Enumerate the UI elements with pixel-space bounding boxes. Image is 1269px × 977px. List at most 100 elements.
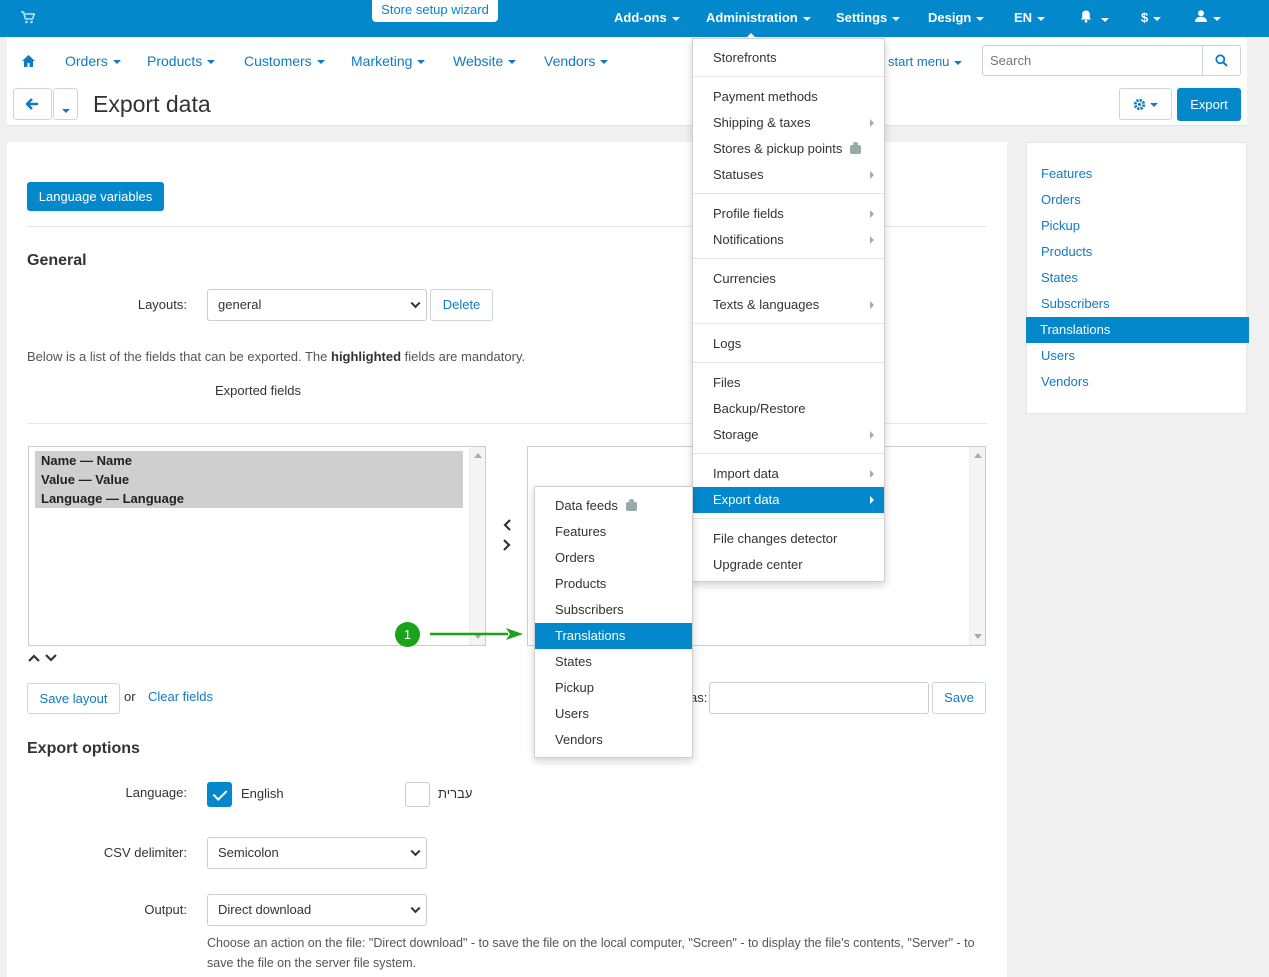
menu-separator — [693, 193, 884, 194]
back-button[interactable] — [13, 88, 52, 120]
chevron-down-icon — [410, 298, 421, 309]
chevron-up-icon[interactable] — [28, 651, 40, 666]
delete-layout-button[interactable]: Delete — [430, 289, 493, 321]
chevron-right-icon[interactable] — [502, 539, 512, 554]
layouts-select[interactable]: general — [207, 289, 427, 321]
export-button[interactable]: Export — [1177, 88, 1241, 121]
language-menu[interactable]: EN — [1014, 10, 1046, 25]
submenu-item-translations[interactable]: Translations — [535, 623, 692, 649]
menu-item-file-changes-detector[interactable]: File changes detector — [693, 526, 884, 552]
menu-item-profile-fields[interactable]: Profile fields — [693, 201, 884, 227]
bell-icon[interactable] — [1080, 10, 1109, 26]
submenu-item-users[interactable]: Users — [535, 701, 692, 727]
menu-item-payment-methods[interactable]: Payment methods — [693, 84, 884, 110]
list-item[interactable]: Value — Value — [35, 470, 463, 489]
start-menu-label: start menu — [888, 54, 950, 69]
start-menu-button[interactable]: start menu — [888, 54, 963, 69]
language-label: EN — [1014, 10, 1033, 25]
sidebar-item-pickup[interactable]: Pickup — [1027, 213, 1248, 239]
chevron-left-icon[interactable] — [502, 519, 512, 534]
menu-separator — [693, 323, 884, 324]
nav-marketing[interactable]: Marketing — [351, 53, 426, 69]
layouts-label: Layouts: — [137, 297, 187, 312]
menu-item-export-data[interactable]: Export data — [693, 487, 884, 513]
design-menu[interactable]: Design — [928, 10, 985, 25]
sidebar-item-translations[interactable]: Translations — [1026, 317, 1249, 343]
menu-item-files[interactable]: Files — [693, 370, 884, 396]
submenu-item-states[interactable]: States — [535, 649, 692, 675]
sidebar-item-products[interactable]: Products — [1027, 239, 1248, 265]
submenu-item-orders[interactable]: Orders — [535, 545, 692, 571]
menu-item-storage[interactable]: Storage — [693, 422, 884, 448]
cart-icon[interactable] — [21, 11, 36, 27]
menu-item-texts-languages[interactable]: Texts & languages — [693, 292, 884, 318]
menu-item-upgrade-center[interactable]: Upgrade center — [693, 552, 884, 578]
submenu-item-features[interactable]: Features — [535, 519, 692, 545]
chevron-right-icon — [870, 431, 874, 439]
sidebar-item-subscribers[interactable]: Subscribers — [1027, 291, 1248, 317]
submenu-item-pickup[interactable]: Pickup — [535, 675, 692, 701]
english-checkbox[interactable] — [207, 782, 232, 807]
submenu-item-products[interactable]: Products — [535, 571, 692, 597]
menu-item-logs[interactable]: Logs — [693, 331, 884, 357]
list-item[interactable]: Name — Name — [35, 451, 463, 470]
menu-separator — [693, 362, 884, 363]
chevron-down-icon[interactable] — [45, 651, 57, 666]
general-heading: General — [27, 252, 87, 269]
menu-item-import-data[interactable]: Import data — [693, 461, 884, 487]
sidebar-item-orders[interactable]: Orders — [1027, 187, 1248, 213]
search-button[interactable] — [1202, 45, 1241, 76]
search-input[interactable] — [982, 45, 1203, 76]
menu-separator — [693, 518, 884, 519]
nav-orders[interactable]: Orders — [65, 53, 121, 69]
language-variables-button[interactable]: Language variables — [27, 182, 164, 211]
exported-fields-list[interactable]: Name — Name Value — Value Language — Lan… — [28, 446, 486, 646]
menu-item-shipping-taxes[interactable]: Shipping & taxes — [693, 110, 884, 136]
nav-customers[interactable]: Customers — [244, 53, 325, 69]
menu-separator — [693, 453, 884, 454]
nav-customers-label: Customers — [244, 53, 312, 69]
csv-delimiter-select[interactable]: Semicolon — [207, 837, 427, 869]
settings-menu[interactable]: Settings — [836, 10, 901, 25]
save-layout-button[interactable]: Save layout — [27, 683, 120, 714]
nav-vendors[interactable]: Vendors — [544, 53, 609, 69]
currency-menu[interactable]: $ — [1141, 10, 1162, 25]
home-icon[interactable] — [22, 54, 35, 70]
back-dropdown-button[interactable] — [53, 88, 78, 120]
submenu-item-vendors[interactable]: Vendors — [535, 727, 692, 753]
chevron-down-icon — [61, 108, 70, 113]
scrollbar[interactable] — [469, 447, 485, 645]
menu-item-storefronts[interactable]: Storefronts — [693, 45, 884, 71]
nav-products[interactable]: Products — [147, 53, 216, 69]
addons-menu[interactable]: Add-ons — [614, 10, 680, 25]
sidebar-item-features[interactable]: Features — [1027, 161, 1248, 187]
sidebar-item-users[interactable]: Users — [1027, 343, 1248, 369]
menu-item-notifications[interactable]: Notifications — [693, 227, 884, 253]
csv-delimiter-label: CSV delimiter: — [103, 845, 187, 860]
save-layout-name-input[interactable] — [709, 682, 929, 714]
list-item[interactable]: Language — Language — [35, 489, 463, 508]
store-setup-wizard-button[interactable]: Store setup wizard — [372, 0, 498, 22]
menu-item-backup-restore[interactable]: Backup/Restore — [693, 396, 884, 422]
save-button[interactable]: Save — [932, 682, 986, 714]
step-marker: 1 — [395, 622, 420, 647]
clear-fields-link[interactable]: Clear fields — [148, 689, 213, 704]
search-icon — [1215, 54, 1228, 67]
sidebar-item-vendors[interactable]: Vendors — [1027, 369, 1248, 395]
user-icon[interactable] — [1195, 10, 1221, 25]
submenu-item-data-feeds[interactable]: Data feeds — [535, 493, 692, 519]
csv-delimiter-value: Semicolon — [218, 845, 279, 860]
submenu-item-label: Data feeds — [555, 498, 618, 513]
settings-button[interactable] — [1119, 88, 1172, 120]
hebrew-checkbox[interactable] — [405, 782, 430, 807]
menu-item-currencies[interactable]: Currencies — [693, 266, 884, 292]
output-select[interactable]: Direct download — [207, 894, 427, 926]
nav-website[interactable]: Website — [453, 53, 517, 69]
submenu-item-subscribers[interactable]: Subscribers — [535, 597, 692, 623]
menu-item-stores-pickup[interactable]: Stores & pickup points — [693, 136, 884, 162]
page-title: Export data — [93, 91, 211, 117]
sidebar-item-states[interactable]: States — [1027, 265, 1248, 291]
scrollbar[interactable] — [969, 447, 985, 645]
administration-menu[interactable]: Administration — [706, 10, 811, 25]
menu-item-statuses[interactable]: Statuses — [693, 162, 884, 188]
